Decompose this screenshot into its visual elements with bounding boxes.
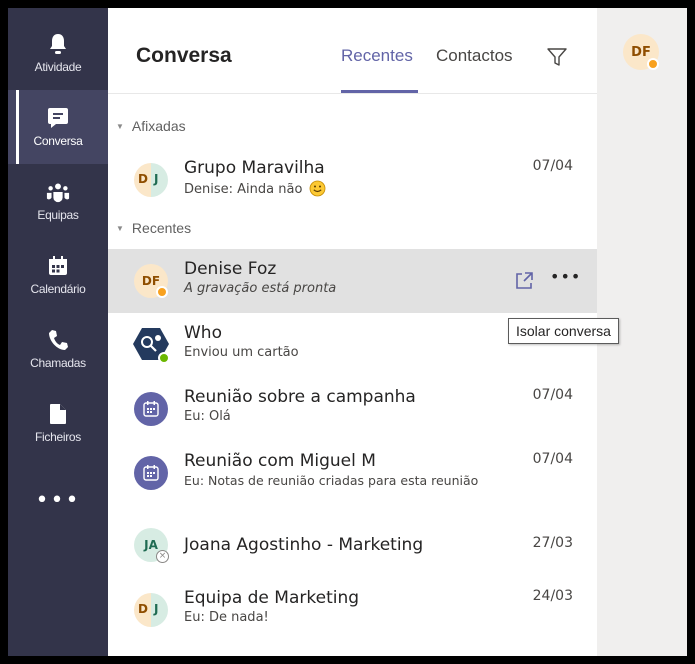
chat-row-joana[interactable]: JA × Joana Agostinho - Marketing 27/03 <box>108 513 597 577</box>
avatar-initial-right: J <box>154 602 159 616</box>
pop-out-chat-button[interactable] <box>514 271 534 295</box>
pane-header: Conversa Recentes Contactos <box>108 8 597 94</box>
rail-label-teams: Equipas <box>37 208 79 222</box>
app-rail: Atividade Conversa Equipas Calendário Ch… <box>8 8 108 656</box>
file-icon <box>46 402 70 426</box>
collapse-caret-icon: ▼ <box>116 122 124 131</box>
avatar-initial-left: D <box>138 602 148 616</box>
away-status-icon <box>156 286 168 298</box>
offline-status-icon: × <box>156 550 169 563</box>
avatar-initial-right: J <box>154 172 159 186</box>
rail-item-activity[interactable]: Atividade <box>8 16 108 90</box>
chat-row-denise-foz[interactable]: DF Denise Foz A gravação está pronta ••• <box>108 249 597 313</box>
chat-row-equipa-marketing[interactable]: D J Equipa de Marketing Eu: De nada! 24/… <box>108 578 597 642</box>
avatar-initial-left: D <box>138 172 148 186</box>
rail-item-chat[interactable]: Conversa <box>8 90 108 164</box>
screenshot-frame: Atividade Conversa Equipas Calendário Ch… <box>0 0 695 664</box>
rail-label-calendar: Calendário <box>30 282 86 296</box>
chat-preview: Enviou um cartão <box>184 345 299 360</box>
meeting-calendar-icon <box>143 465 159 481</box>
chat-icon <box>46 106 70 130</box>
rail-label-files: Ficheiros <box>35 430 81 444</box>
pop-out-icon <box>516 272 533 289</box>
avatar <box>134 456 168 490</box>
teams-window: Atividade Conversa Equipas Calendário Ch… <box>8 8 687 656</box>
filter-icon <box>547 48 567 66</box>
chat-row-meeting-campaign[interactable]: Reunião sobre a campanha Eu: Olá 07/04 <box>108 377 597 441</box>
calendar-icon <box>46 254 70 278</box>
chat-name: Joana Agostinho - Marketing <box>184 535 424 555</box>
teams-icon <box>46 180 70 204</box>
page-title: Conversa <box>136 44 232 67</box>
avatar: D J <box>134 593 168 627</box>
phone-icon <box>46 328 70 352</box>
tab-contacts[interactable]: Contactos <box>436 46 513 66</box>
chat-name: Grupo Maravilha <box>184 158 325 178</box>
avatar: JA × <box>134 528 169 563</box>
chat-name: Who <box>184 323 222 343</box>
available-status-icon <box>158 352 170 364</box>
collapse-caret-icon: ▼ <box>116 224 124 233</box>
chat-preview: A gravação está pronta <box>184 281 337 296</box>
chat-preview: Eu: De nada! <box>184 610 269 625</box>
tab-active-underline <box>341 90 418 93</box>
chat-date: 07/04 <box>532 158 573 174</box>
chat-date: 07/04 <box>532 387 573 403</box>
chat-date: 24/03 <box>532 588 573 604</box>
filter-button[interactable] <box>546 46 568 68</box>
avatar: D J <box>134 163 168 197</box>
profile-avatar[interactable]: DF <box>623 34 659 70</box>
rail-item-calls[interactable]: Chamadas <box>8 312 108 386</box>
rail-label-chat: Conversa <box>33 134 83 148</box>
rail-label-calls: Chamadas <box>30 356 86 370</box>
section-recent[interactable]: ▼ Recentes <box>116 220 191 236</box>
rail-item-files[interactable]: Ficheiros <box>8 386 108 460</box>
bell-icon <box>46 32 70 56</box>
more-apps-button[interactable]: ••• <box>8 488 108 513</box>
chat-name: Equipa de Marketing <box>184 588 360 608</box>
more-options-button[interactable]: ••• <box>550 267 581 286</box>
rail-label-activity: Atividade <box>34 60 82 74</box>
tooltip: Isolar conversa <box>508 318 619 344</box>
section-pinned[interactable]: ▼ Afixadas <box>116 118 186 134</box>
tab-recent[interactable]: Recentes <box>341 46 413 66</box>
section-pinned-label: Afixadas <box>131 118 186 134</box>
chat-row-grupo-maravilha[interactable]: D J Grupo Maravilha Denise: Ainda não 07… <box>108 148 597 212</box>
avatar <box>133 328 170 364</box>
chat-preview: Eu: Olá <box>184 409 231 424</box>
active-indicator <box>16 90 19 164</box>
away-status-icon <box>647 58 659 70</box>
smiley-emoji-icon <box>309 180 325 197</box>
rail-item-calendar[interactable]: Calendário <box>8 238 108 312</box>
avatar: DF <box>134 264 168 298</box>
rail-item-teams[interactable]: Equipas <box>8 164 108 238</box>
chat-name: Denise Foz <box>184 259 277 279</box>
chat-date: 27/03 <box>532 535 573 551</box>
chat-name: Reunião sobre a campanha <box>184 387 416 407</box>
meeting-calendar-icon <box>143 401 159 417</box>
chat-preview: Denise: Ainda não <box>184 180 326 197</box>
section-recent-label: Recentes <box>131 220 192 236</box>
chat-name: Reunião com Miguel M <box>184 451 376 471</box>
chat-preview: Eu: Notas de reunião criadas para esta r… <box>184 473 479 488</box>
chat-date: 07/04 <box>532 451 573 467</box>
avatar <box>134 392 168 426</box>
chat-row-meeting-miguel[interactable]: Reunião com Miguel M Eu: Notas de reuniã… <box>108 441 597 505</box>
